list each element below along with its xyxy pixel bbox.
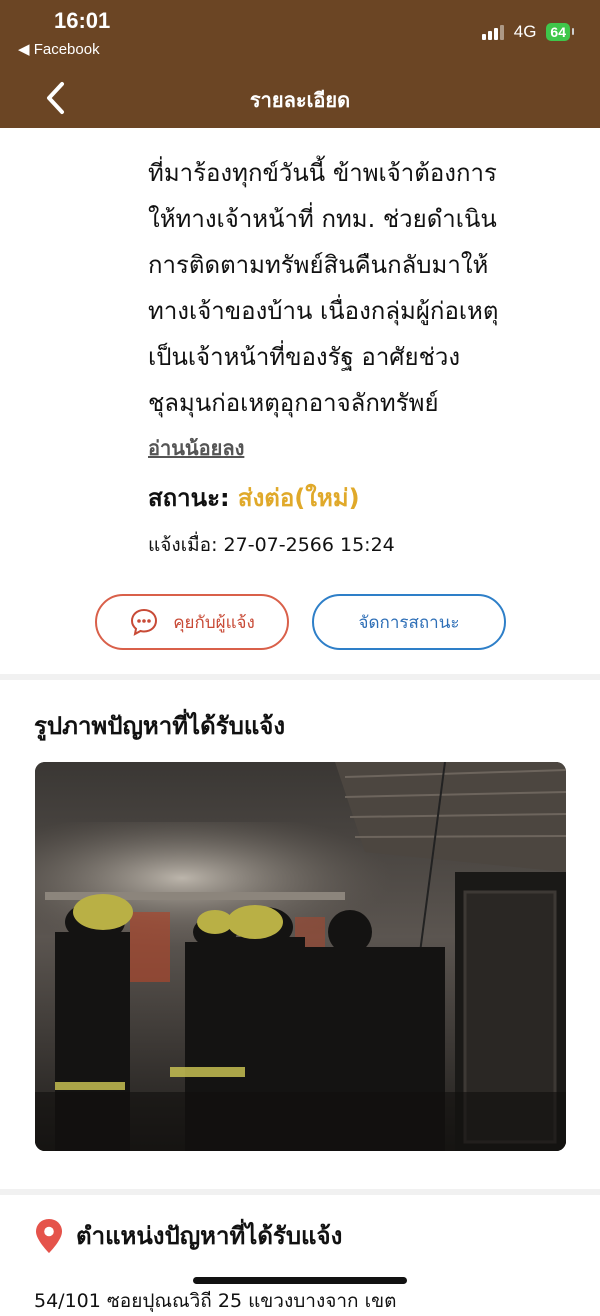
battery-icon: 64	[546, 23, 574, 41]
top-app-bar: 16:01 ◀ Facebook 4G 64 รายละเอียด	[0, 0, 600, 128]
reported-time: แจ้งเมื่อ: 27-07-2566 15:24	[148, 530, 395, 560]
description-line: ทางเจ้าของบ้าน เนื่องกลุ่มผู้ก่อเหตุ	[148, 297, 499, 325]
description-line: ให้ทางเจ้าหน้าที่ กทม. ช่วยดำเนิน	[148, 205, 497, 233]
back-to-facebook-link[interactable]: ◀ Facebook	[18, 40, 100, 58]
location-address: 54/101 ซอยปุณณวิถี 25 แขวงบางจาก เขต	[34, 1290, 397, 1312]
description-line: ที่มาร้องทุกข์วันนี้ ข้าพเจ้าต้องการ	[148, 159, 497, 187]
manage-status-button[interactable]: จัดการสถานะ	[312, 594, 506, 650]
status-indicators: 4G 64	[481, 22, 574, 42]
read-less-link[interactable]: อ่านน้อยลง	[148, 432, 244, 464]
network-type: 4G	[513, 22, 537, 41]
section-divider	[0, 674, 600, 680]
status-value: ส่งต่อ(ใหม่)	[237, 484, 360, 512]
chat-with-reporter-button[interactable]: คุยกับผู้แจ้ง	[95, 594, 289, 650]
cellular-signal-icon	[481, 24, 504, 40]
location-section-title: ตำแหน่งปัญหาที่ได้รับแจ้ง	[76, 1222, 343, 1250]
description-line: เป็นเจ้าหน้าที่ของรัฐ อาศัยช่วง	[148, 343, 461, 371]
fire-scene-image	[35, 762, 566, 1151]
status-time: 16:01	[54, 8, 111, 33]
location-pin-icon	[36, 1218, 62, 1253]
complaint-description: ที่มาร้องทุกข์วันนี้ ข้าพเจ้าต้องการ ให้…	[148, 150, 568, 426]
reported-label: แจ้งเมื่อ:	[148, 534, 218, 556]
status-label: สถานะ:	[148, 484, 230, 512]
page-title: รายละเอียด	[249, 88, 351, 112]
chat-bubble-icon	[131, 608, 158, 636]
home-indicator[interactable]	[193, 1277, 407, 1284]
description-line: ชุลมุนก่อเหตุอุกอาจลักทรัพย์	[148, 389, 439, 417]
problem-photo[interactable]	[35, 762, 566, 1151]
status-row: สถานะ: ส่งต่อ(ใหม่)	[148, 478, 360, 517]
section-divider	[0, 1189, 600, 1195]
description-line: การติดตามทรัพย์สินคืนกลับมาให้	[148, 251, 489, 279]
reported-value: 27-07-2566 15:24	[223, 534, 395, 556]
chat-button-label: คุยกับผู้แจ้ง	[173, 612, 255, 633]
manage-button-label: จัดการสถานะ	[358, 612, 460, 633]
photo-section-title: รูปภาพปัญหาที่ได้รับแจ้ง	[34, 712, 286, 740]
location-section-header: ตำแหน่งปัญหาที่ได้รับแจ้ง	[34, 1216, 342, 1255]
